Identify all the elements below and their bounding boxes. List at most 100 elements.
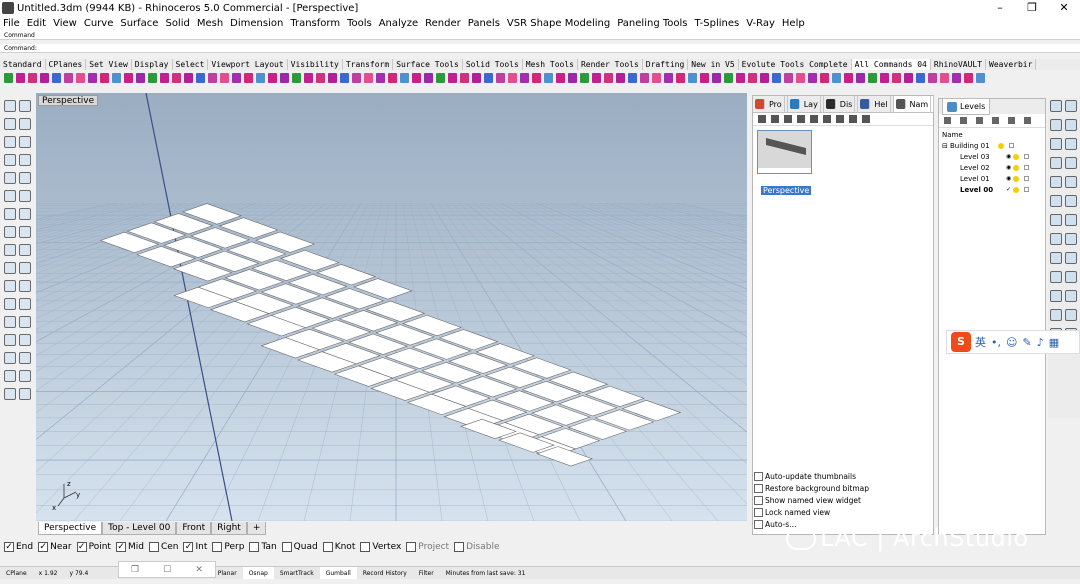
- restore-view-icon[interactable]: [810, 115, 818, 123]
- layer-visible-icon[interactable]: [1013, 175, 1020, 182]
- command-icon[interactable]: [856, 72, 865, 83]
- new-sublayer-icon[interactable]: [960, 117, 967, 124]
- osnap-project[interactable]: Project: [406, 541, 449, 552]
- command-icon[interactable]: [376, 72, 385, 83]
- osnap-near[interactable]: ✓ Near: [38, 541, 72, 552]
- command-icon[interactable]: [496, 72, 505, 83]
- command-icon[interactable]: [676, 72, 685, 83]
- edit-view-icon[interactable]: [771, 115, 779, 123]
- tool-icon[interactable]: [4, 100, 16, 112]
- command-icon[interactable]: [616, 72, 625, 83]
- show-widget-icon[interactable]: [836, 115, 844, 123]
- tool-icon[interactable]: [1050, 138, 1062, 150]
- toolbar-tab-all-commands-04[interactable]: All Commands 04: [851, 59, 931, 70]
- layer-state-icon[interactable]: ✓: [1006, 186, 1011, 193]
- tool-icon[interactable]: [1065, 290, 1077, 302]
- command-icon[interactable]: [352, 72, 361, 83]
- layer-color-swatch[interactable]: [1024, 154, 1030, 159]
- tool-icon[interactable]: [19, 172, 31, 184]
- tool-icon[interactable]: [4, 172, 16, 184]
- option-checkbox[interactable]: [754, 519, 763, 529]
- command-icon[interactable]: [736, 72, 745, 83]
- toolbar-tab-solid-tools[interactable]: Solid Tools: [463, 59, 523, 70]
- tool-icon[interactable]: [1065, 176, 1077, 188]
- tool-icon[interactable]: [4, 208, 16, 220]
- osnap-tan[interactable]: Tan: [249, 541, 277, 552]
- command-icon[interactable]: [400, 72, 409, 83]
- command-icon[interactable]: [40, 72, 49, 83]
- layer-row[interactable]: ⊟ Building 01: [939, 140, 1045, 151]
- layers-tab[interactable]: Levels: [942, 98, 991, 115]
- menu-tools[interactable]: Tools: [347, 18, 372, 29]
- toolbar-tab-rhinovault[interactable]: RhinoVAULT: [931, 59, 987, 70]
- viewport-canvas[interactable]: z y x: [36, 93, 747, 521]
- tool-icon[interactable]: [19, 118, 31, 130]
- layer-state-icon[interactable]: ◉: [1006, 164, 1011, 171]
- command-icon[interactable]: [52, 72, 61, 83]
- tool-icon[interactable]: [19, 100, 31, 112]
- command-icon[interactable]: [640, 72, 649, 83]
- layer-visible-icon[interactable]: [1013, 153, 1020, 160]
- maximize-icon[interactable]: ☐: [163, 565, 171, 575]
- command-icon[interactable]: [892, 72, 901, 83]
- tool-icon[interactable]: [19, 244, 31, 256]
- toolbar-tab-standard[interactable]: Standard: [0, 59, 46, 70]
- osnap-int[interactable]: ✓ Int: [183, 541, 207, 552]
- osnap-cen[interactable]: Cen: [148, 541, 178, 552]
- panel-tab-lay[interactable]: Lay: [788, 95, 824, 113]
- tool-icon[interactable]: [19, 370, 31, 382]
- command-icon[interactable]: [448, 72, 457, 83]
- tool-icon[interactable]: [1050, 195, 1062, 207]
- menu-help[interactable]: Help: [782, 18, 805, 29]
- osnap-checkbox[interactable]: [281, 541, 292, 552]
- command-icon[interactable]: [712, 72, 721, 83]
- panel-tab-pro[interactable]: Pro: [753, 95, 788, 113]
- status-minutes-from-last-save-31[interactable]: Minutes from last save: 31: [440, 567, 532, 579]
- menu-dimension[interactable]: Dimension: [230, 18, 283, 29]
- named-view-thumbnail[interactable]: [757, 130, 812, 174]
- command-icon[interactable]: [964, 72, 973, 83]
- command-icon[interactable]: [16, 72, 25, 83]
- tool-icon[interactable]: [1050, 252, 1062, 264]
- status-x-1-92[interactable]: x 1.92: [33, 567, 64, 579]
- command-icon[interactable]: [460, 72, 469, 83]
- layer-state-icon[interactable]: ◉: [1006, 153, 1011, 160]
- command-icon[interactable]: [328, 72, 337, 83]
- tool-icon[interactable]: [19, 226, 31, 238]
- tool-icon[interactable]: [1065, 214, 1077, 226]
- tool-icon[interactable]: [1050, 176, 1062, 188]
- osnap-checkbox[interactable]: [249, 541, 260, 552]
- viewport-tab-top-level-00[interactable]: Top - Level 00: [102, 522, 177, 535]
- command-icon[interactable]: [580, 72, 589, 83]
- status-y-79-4[interactable]: y 79.4: [63, 567, 94, 579]
- command-icon[interactable]: [244, 72, 253, 83]
- tool-icon[interactable]: [1050, 271, 1062, 283]
- osnap-quad[interactable]: Quad: [281, 541, 318, 552]
- command-icon[interactable]: [184, 72, 193, 83]
- command-icon[interactable]: [664, 72, 673, 83]
- command-icon[interactable]: [196, 72, 205, 83]
- command-icon[interactable]: [172, 72, 181, 83]
- menu-vsr-shape-modeling[interactable]: VSR Shape Modeling: [507, 18, 610, 29]
- expand-icon[interactable]: ⊟: [942, 142, 950, 150]
- tool-icon[interactable]: [19, 154, 31, 166]
- command-icon[interactable]: [556, 72, 565, 83]
- move-down-icon[interactable]: [1008, 117, 1015, 124]
- command-icon[interactable]: [808, 72, 817, 83]
- command-icon[interactable]: [304, 72, 313, 83]
- command-icon[interactable]: [364, 72, 373, 83]
- command-icon[interactable]: [760, 72, 769, 83]
- tool-icon[interactable]: [4, 190, 16, 202]
- command-icon[interactable]: [472, 72, 481, 83]
- command-icon[interactable]: [700, 72, 709, 83]
- menu-view[interactable]: View: [53, 18, 77, 29]
- osnap-disable[interactable]: Disable: [454, 541, 499, 552]
- layer-visible-icon[interactable]: [1013, 186, 1020, 193]
- command-icon[interactable]: [928, 72, 937, 83]
- layer-color-swatch[interactable]: [1009, 143, 1014, 148]
- toolbar-tab-visibility[interactable]: Visibility: [288, 59, 343, 70]
- tool-icon[interactable]: [19, 334, 31, 346]
- tool-icon[interactable]: [19, 352, 31, 364]
- layer-row[interactable]: Level 00 ✓: [939, 184, 1045, 195]
- option-checkbox[interactable]: [754, 471, 763, 481]
